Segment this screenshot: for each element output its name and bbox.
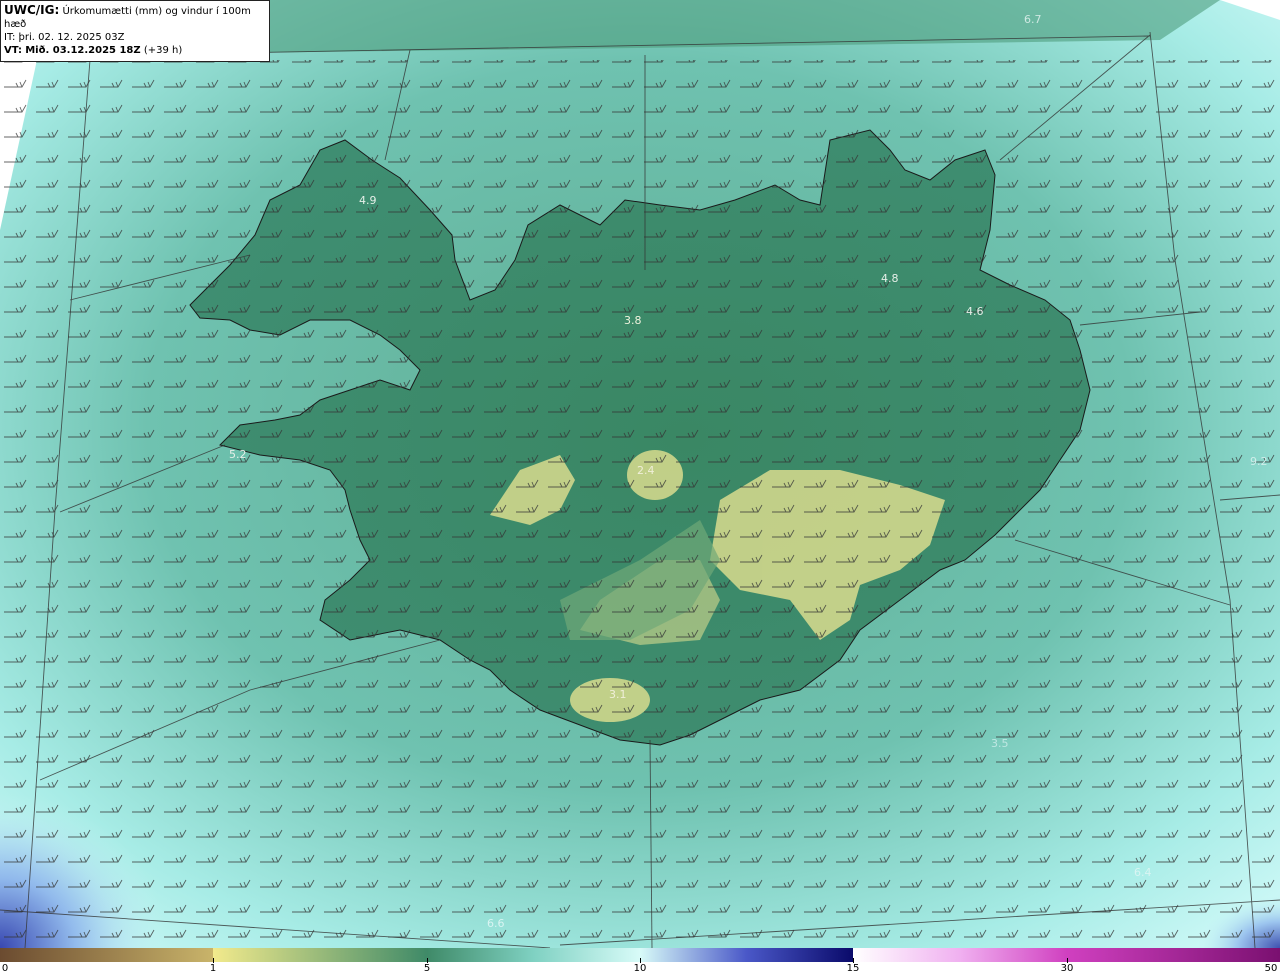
colorbar-tick-label: 0	[1, 963, 9, 974]
colorbar-segment	[640, 948, 853, 962]
colorbar-segment	[0, 948, 213, 962]
value-label: 3.1	[609, 688, 627, 701]
colorbar-tick-label: 50	[1264, 963, 1278, 974]
value-label: 3.8	[624, 314, 642, 327]
value-label: 4.8	[881, 272, 899, 285]
init-label: IT:	[4, 32, 16, 43]
colorbar-segment	[427, 948, 640, 962]
colorbar-segment	[1067, 948, 1280, 962]
valid-time-line: VT: Mið. 03.12.2025 18Z (+39 h)	[4, 44, 264, 57]
value-label: 9.2	[1250, 455, 1268, 468]
value-label: 5.2	[229, 448, 247, 461]
wind-barbs	[0, 60, 1280, 948]
valid-time: Mið. 03.12.2025 18Z	[25, 45, 141, 56]
colorbar-segment	[853, 948, 1067, 962]
init-time-line: IT: þri. 02. 12. 2025 03Z	[4, 31, 264, 44]
value-label: 3.5	[991, 737, 1009, 750]
colorbar-tick-label: 15	[846, 963, 860, 974]
colorbar-segment	[213, 948, 427, 962]
info-title-line: UWC/IG: Úrkomumætti (mm) og vindur í 100…	[4, 4, 264, 31]
colorbar-tick-label: 5	[423, 963, 431, 974]
colorbar: 0 1 5 10 15 30 50	[0, 948, 1280, 978]
info-box: UWC/IG: Úrkomumætti (mm) og vindur í 100…	[0, 0, 270, 62]
model-name: UWC/IG:	[4, 3, 60, 17]
value-label: 6.6	[487, 917, 505, 930]
forecast-map[interactable]: 6.7 4.9 3.8 4.8 4.6 5.2 2.4 3.1 3.5 9.2 …	[0, 0, 1280, 948]
value-label: 4.9	[359, 194, 377, 207]
colorbar-tick-label: 10	[633, 963, 647, 974]
colorbar-tick-label: 30	[1060, 963, 1074, 974]
colorbar-tick-label: 1	[209, 963, 217, 974]
value-label: 2.4	[637, 464, 655, 477]
lead-time: (+39 h)	[143, 45, 183, 56]
value-label: 6.4	[1134, 866, 1152, 879]
init-time: þri. 02. 12. 2025 03Z	[18, 32, 125, 43]
value-label: 4.6	[966, 305, 984, 318]
value-label: 6.7	[1024, 13, 1042, 26]
valid-label: VT:	[4, 45, 23, 56]
